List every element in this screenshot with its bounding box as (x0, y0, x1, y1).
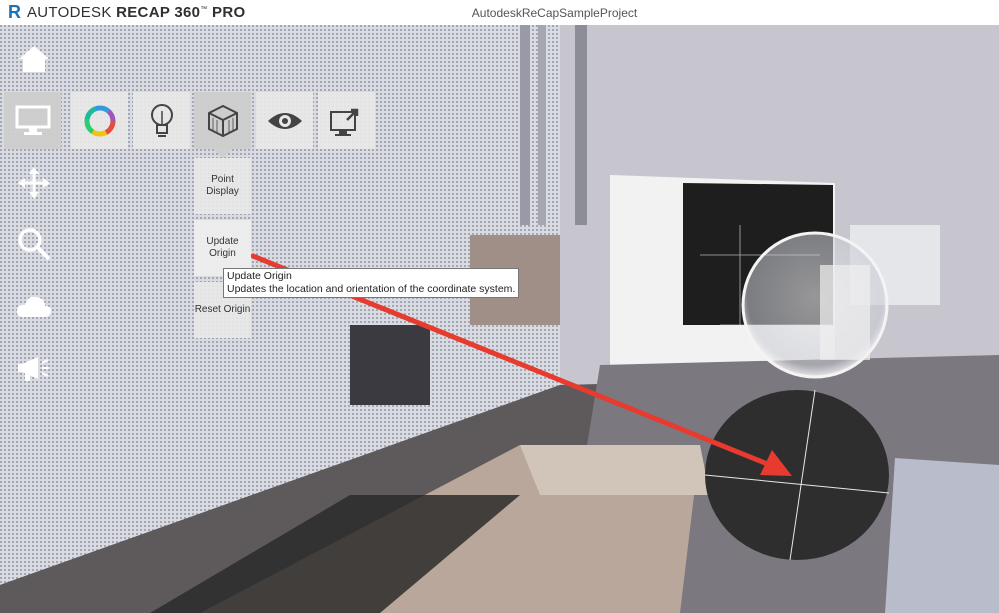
lightbulb-icon (150, 103, 173, 137)
point-cloud-viewport[interactable]: Point Display Update Origin Reset Origin… (0, 25, 999, 613)
view-button[interactable] (256, 92, 313, 149)
title-bar: R AUTODESK RECAP 360™ PRO AutodeskReCapS… (0, 0, 999, 26)
point-display-menu-item[interactable]: Point Display (194, 158, 251, 214)
project-name: AutodeskReCapSampleProject (471, 6, 638, 20)
share-button[interactable] (12, 347, 56, 391)
eye-icon (267, 112, 302, 129)
search-icon (18, 228, 51, 261)
zoom-button[interactable] (12, 222, 56, 266)
display-settings-button[interactable] (4, 92, 61, 149)
cloud-icon (16, 296, 52, 317)
move-icon (18, 167, 50, 199)
lighting-button[interactable] (133, 92, 190, 149)
cube-icon (207, 104, 238, 137)
export-icon (329, 108, 358, 136)
export-view-button[interactable] (318, 92, 375, 149)
tooltip-title: Update Origin (227, 270, 292, 282)
monitor-icon (15, 105, 50, 135)
color-mode-button[interactable] (71, 92, 128, 149)
point-display-button[interactable] (194, 92, 251, 149)
update-origin-tooltip: Update Origin Updates the location and o… (223, 268, 520, 298)
reset-origin-label: Reset Origin (194, 304, 251, 315)
update-origin-label: Update Origin (206, 236, 239, 259)
move-button[interactable] (12, 161, 56, 205)
cloud-button[interactable] (12, 284, 56, 328)
color-wheel-icon (84, 105, 115, 136)
home-icon (19, 46, 49, 72)
tooltip-description: Updates the location and orientation of … (227, 283, 516, 295)
megaphone-icon (18, 357, 49, 381)
home-button[interactable] (12, 37, 56, 81)
point-display-label: Point Display (206, 174, 239, 197)
